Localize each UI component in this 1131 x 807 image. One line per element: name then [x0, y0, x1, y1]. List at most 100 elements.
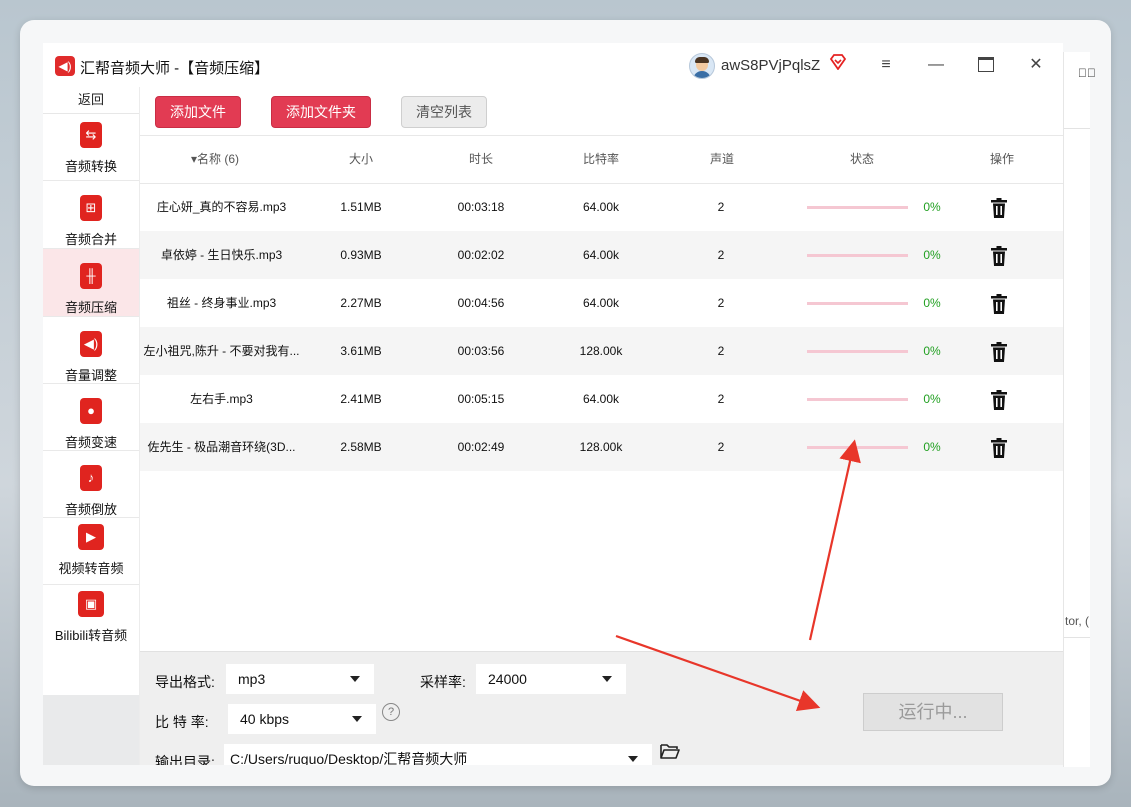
bitrate-select[interactable]: 40 kbps — [228, 704, 376, 734]
menu-icon[interactable]: ≡ — [872, 51, 900, 79]
minimize-button[interactable]: — — [922, 51, 950, 79]
maximize-button[interactable] — [972, 51, 1000, 79]
username[interactable]: awS8PVjPqlsZ — [721, 57, 820, 74]
progress-percent: 0% — [923, 248, 941, 262]
trash-icon[interactable] — [990, 246, 1008, 266]
chevron-down-icon — [628, 756, 638, 762]
column-header-duration: 时长 — [468, 152, 493, 166]
chevron-down-icon — [352, 716, 362, 722]
clear-list-button[interactable]: 清空列表 — [401, 96, 487, 128]
avatar[interactable] — [689, 53, 715, 79]
run-button[interactable]: 运行中... — [863, 693, 1003, 731]
file-size: 2.27MB — [340, 296, 382, 310]
column-header-name[interactable]: ▾名称 (6) — [160, 136, 270, 183]
trash-icon[interactable] — [990, 294, 1008, 314]
file-name: 祖丝 - 终身事业.mp3 — [166, 296, 277, 310]
audio-merge-icon: ⊞ — [80, 195, 102, 221]
file-channels: 2 — [717, 200, 725, 214]
trash-icon[interactable] — [990, 198, 1008, 218]
file-bitrate: 64.00k — [582, 392, 620, 406]
file-name: 庄心妍_真的不容易.mp3 — [156, 200, 287, 214]
progress-bar — [807, 398, 908, 401]
format-label: 导出格式: — [155, 674, 215, 690]
add-folder-button[interactable]: 添加文件夹 — [271, 96, 371, 128]
app-title: 汇帮音频大师 -【音频压缩】 — [80, 60, 270, 77]
chevron-down-icon — [602, 676, 612, 682]
table-row[interactable]: 佐先生 - 极品潮音环绕(3D... 2.58MB 00:02:49 128.0… — [140, 423, 1063, 471]
audio-compress-icon: ╫ — [80, 263, 102, 289]
file-channels: 2 — [717, 440, 725, 454]
sidebar-item-speed[interactable]: ● 音频变速 — [43, 384, 139, 451]
background-window-strip: ▸⃞ tor, ( — [1063, 52, 1096, 767]
sidebar-item-video-to-audio[interactable]: ▶ 视频转音频 — [43, 518, 139, 585]
add-file-button[interactable]: 添加文件 — [155, 96, 241, 128]
file-bitrate: 64.00k — [582, 200, 620, 214]
column-header-bitrate: 比特率 — [582, 152, 619, 166]
samplerate-select[interactable]: 24000 — [476, 664, 626, 694]
table-row[interactable]: 左右手.mp3 2.41MB 00:05:15 64.00k 2 0% — [140, 375, 1063, 423]
file-name: 佐先生 - 极品潮音环绕(3D... — [147, 440, 296, 454]
sidebar-item-audio-merge[interactable]: ⊞ 音频合并 — [43, 181, 139, 249]
table-row[interactable]: 祖丝 - 终身事业.mp3 2.27MB 00:04:56 64.00k 2 0… — [140, 279, 1063, 327]
output-dir-select[interactable]: C:/Users/ruguo/Desktop/汇帮音频大师 — [224, 744, 652, 765]
file-size: 3.61MB — [340, 344, 382, 358]
column-header-status: 状态 — [849, 152, 874, 166]
output-settings-panel: 导出格式: mp3 采样率: 24000 比 特 率: 40 kbps ? 输出… — [140, 651, 1063, 765]
file-bitrate: 64.00k — [582, 248, 620, 262]
help-icon[interactable]: ? — [382, 703, 400, 721]
close-button[interactable]: ✕ — [1022, 51, 1050, 79]
output-dir-label: 输出目录: — [155, 754, 215, 765]
file-bitrate: 128.00k — [579, 344, 623, 358]
divider — [1064, 128, 1090, 129]
file-size: 1.51MB — [340, 200, 382, 214]
table-row[interactable]: 左小祖咒,陈升 - 不要对我有... 3.61MB 00:03:56 128.0… — [140, 327, 1063, 375]
tv-icon: ▣ — [78, 591, 104, 617]
file-name: 左小祖咒,陈升 - 不要对我有... — [143, 344, 300, 358]
file-channels: 2 — [717, 296, 725, 310]
table-row[interactable]: 卓依婷 - 生日快乐.mp3 0.93MB 00:02:02 64.00k 2 … — [140, 231, 1063, 279]
progress-percent: 0% — [923, 392, 941, 406]
file-duration: 00:04:56 — [457, 296, 505, 310]
film-icon: ▶ — [78, 524, 104, 550]
column-header-channels: 声道 — [709, 152, 734, 166]
file-channels: 2 — [717, 392, 725, 406]
vip-diamond-icon[interactable] — [829, 54, 847, 75]
file-name: 左右手.mp3 — [190, 392, 253, 406]
progress-percent: 0% — [923, 344, 941, 358]
file-channels: 2 — [717, 248, 725, 262]
sidebar-item-audio-compress[interactable]: ╫ 音频压缩 — [43, 249, 139, 317]
audio-convert-icon: ⇆ — [80, 122, 102, 148]
table-row[interactable]: 庄心妍_真的不容易.mp3 1.51MB 00:03:18 64.00k 2 0… — [140, 183, 1063, 231]
progress-bar — [807, 302, 908, 305]
divider — [1064, 637, 1090, 638]
file-duration: 00:02:02 — [457, 248, 505, 262]
format-select[interactable]: mp3 — [226, 664, 374, 694]
sidebar-item-bilibili[interactable]: ▣ Bilibili转音频 — [43, 585, 139, 651]
trash-icon[interactable] — [990, 390, 1008, 410]
progress-bar — [807, 350, 908, 353]
file-duration: 00:05:15 — [457, 392, 505, 406]
toolbar: 添加文件 添加文件夹 清空列表 — [140, 87, 1063, 135]
progress-percent: 0% — [923, 200, 941, 214]
file-duration: 00:03:56 — [457, 344, 505, 358]
progress-percent: 0% — [923, 296, 941, 310]
back-button[interactable]: 返回 — [43, 87, 139, 114]
sidebar-item-audio-convert[interactable]: ⇆ 音频转换 — [43, 114, 139, 181]
table-header: ▾名称 (6) 大小 时长 比特率 声道 状态 操作 — [140, 135, 1063, 184]
bitrate-label: 比 特 率: — [155, 714, 209, 730]
samplerate-label: 采样率: — [420, 674, 466, 690]
folder-open-icon[interactable] — [660, 743, 680, 759]
trash-icon[interactable] — [990, 438, 1008, 458]
sidebar-item-reverse[interactable]: ♪ 音频倒放 — [43, 451, 139, 518]
file-bitrate: 64.00k — [582, 296, 620, 310]
sidebar-item-volume[interactable]: ◀) 音量调整 — [43, 317, 139, 384]
file-channels: 2 — [717, 344, 725, 358]
trash-icon[interactable] — [990, 342, 1008, 362]
file-name: 卓依婷 - 生日快乐.mp3 — [160, 248, 283, 262]
column-header-size: 大小 — [348, 152, 373, 166]
file-bitrate: 128.00k — [579, 440, 623, 454]
music-note-icon: ♪ — [80, 465, 102, 491]
file-table: ▾名称 (6) 大小 时长 比特率 声道 状态 操作 庄心妍_真的不容易.mp3… — [140, 135, 1063, 651]
progress-bar — [807, 206, 908, 209]
sidebar: 返回 ⇆ 音频转换 ⊞ 音频合并 ╫ 音频压缩 ◀) 音量调整 ● 音频变速 ♪… — [43, 87, 140, 765]
